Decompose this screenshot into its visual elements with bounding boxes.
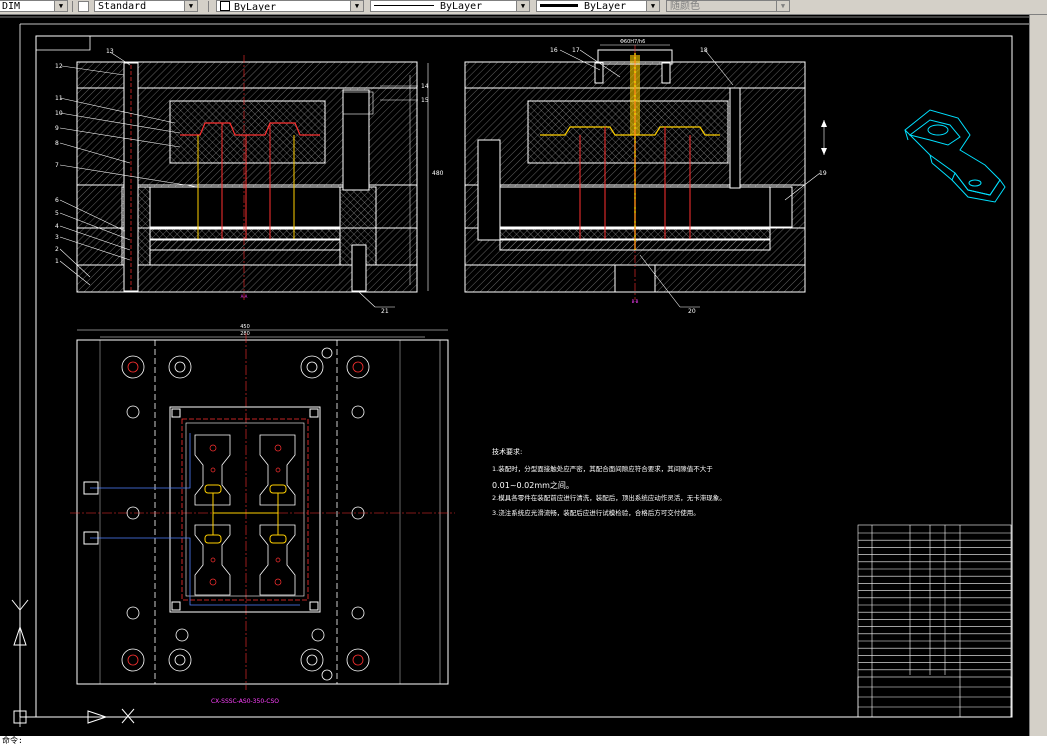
lineweight-preview-icon (540, 4, 578, 7)
chevron-down-icon: ▼ (516, 1, 529, 11)
dim-style-select[interactable]: DIM ▼ (0, 0, 68, 12)
section-mark-a: A-A (241, 294, 248, 299)
part-label: 8 (55, 140, 59, 147)
part-label: 1 (55, 258, 59, 265)
dim-width-label-2: 280 (240, 331, 250, 337)
drawing-number: CX-SSSC-AS0-350-CSO (211, 698, 279, 705)
part-label: 12 (55, 63, 63, 70)
part-label: 2 (55, 246, 59, 253)
part-label: 11 (55, 95, 63, 102)
tech-requirements: 技术要求: 1.装配时，分型面接触处应严密，其配合面间隙应符合要求，其间隙值不大… (492, 447, 726, 517)
tech-req-line: 0.01~0.02mm之间。 (492, 480, 574, 490)
part-label: 13 (106, 48, 114, 55)
part-label: 17 (572, 47, 580, 54)
plot-style-value: 随颜色 (670, 1, 700, 12)
part-label: 15 (421, 97, 429, 104)
color-swatch-icon (220, 1, 230, 11)
part-label: 5 (55, 210, 59, 217)
part-label: 10 (55, 110, 63, 117)
lineweight-select[interactable]: ByLayer ▼ (536, 0, 660, 12)
dim-height-label: 480 (432, 170, 444, 177)
linetype-select[interactable]: ByLayer ▼ (370, 0, 530, 12)
part-label: 21 (381, 308, 389, 315)
part-label: 4 (55, 223, 59, 230)
chevron-down-icon: ▼ (646, 1, 659, 11)
section-mark-b: B-B (632, 299, 639, 304)
linetype-preview-icon (374, 5, 434, 6)
tech-req-line: 1.装配时，分型面接触处应严密，其配合面间隙应符合要求，其间隙值不大于 (492, 464, 713, 473)
text-style-select[interactable]: Standard ▼ (94, 0, 198, 12)
part-label: 7 (55, 162, 59, 169)
ucs-icon (11, 599, 135, 724)
vertical-scrollbar[interactable] (1029, 15, 1047, 736)
bom-table (857, 524, 1012, 718)
plot-style-select[interactable]: 随颜色 ▼ (666, 0, 790, 12)
part-label: 14 (421, 83, 429, 90)
tech-req-line: 2.模具各零件在装配前应进行清洗，装配后，顶出系统应动作灵活，无卡滞现象。 (492, 493, 726, 502)
linetype-value: ByLayer (440, 1, 483, 12)
chevron-down-icon: ▼ (184, 1, 197, 11)
properties-toolbar: DIM ▼ Standard ▼ ByLayer ▼ ByLayer ▼ ByL… (0, 0, 1047, 15)
command-line[interactable]: 命令: (0, 736, 1047, 745)
isometric-part (904, 109, 1006, 203)
part-label: 19 (819, 170, 827, 177)
toolbar-separator (208, 1, 209, 12)
lineweight-value: ByLayer (584, 1, 627, 12)
drawing-canvas[interactable]: 480 A-A 12 13 11 10 9 8 7 6 5 4 3 2 1 14… (0, 15, 1029, 736)
text-style-icon[interactable] (78, 1, 89, 12)
tech-req-title: 技术要求: (492, 447, 522, 456)
part-label: 16 (550, 47, 558, 54)
tech-req-line: 3.浇注系统应光滑流畅，装配后应进行试模检验，合格后方可交付使用。 (492, 508, 700, 517)
cad-drawing: 480 A-A 12 13 11 10 9 8 7 6 5 4 3 2 1 14… (0, 16, 1029, 727)
frame-corner (36, 36, 91, 51)
toolbar-separator (72, 1, 73, 12)
part-label: 20 (688, 308, 696, 315)
part-label: 18 (700, 47, 708, 54)
dim-style-value: DIM (2, 1, 21, 12)
plan-view: 450 280 (70, 324, 455, 690)
chevron-down-icon: ▼ (350, 1, 363, 11)
layer-select[interactable]: ByLayer ▼ (216, 0, 364, 12)
chevron-down-icon: ▼ (54, 1, 67, 11)
part-label: 9 (55, 125, 59, 132)
text-style-value: Standard (98, 1, 147, 12)
part-label: 6 (55, 197, 59, 204)
part-label: 3 (55, 234, 59, 241)
section-view-right: Φ60H7/h6 B-B (464, 39, 827, 304)
layer-value: ByLayer (234, 2, 277, 12)
command-prompt: 命令: (2, 736, 23, 745)
section-view-left: 480 A-A (76, 55, 444, 300)
dim-width-label: 450 (240, 324, 250, 330)
dim-top-label: Φ60H7/h6 (620, 39, 645, 45)
chevron-down-icon: ▼ (776, 1, 789, 11)
